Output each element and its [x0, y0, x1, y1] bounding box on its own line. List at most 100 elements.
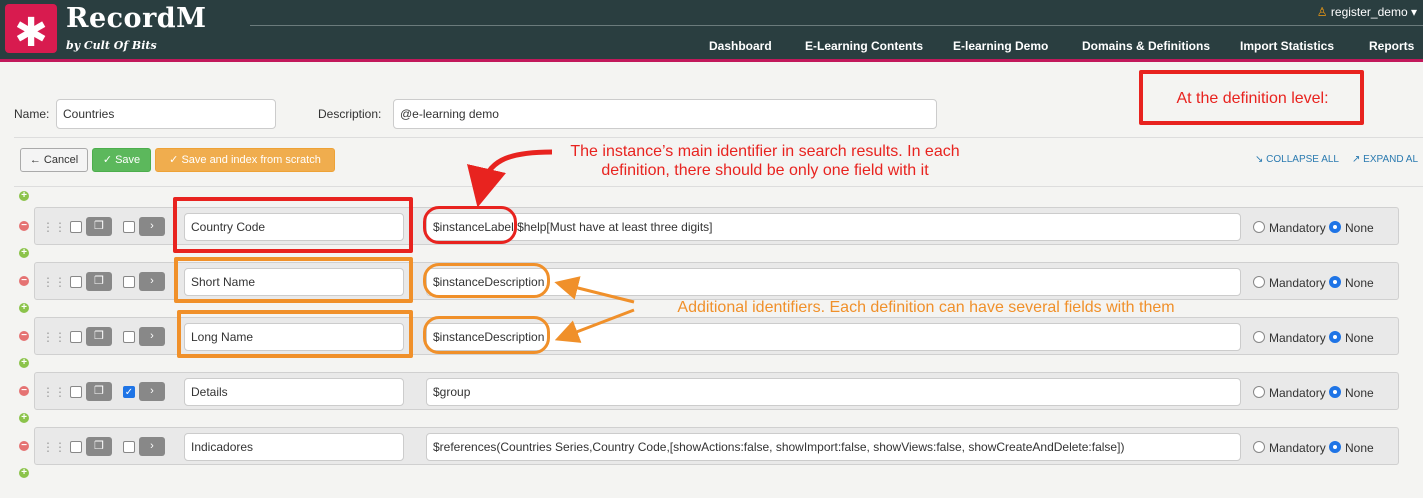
user-name: register_demo — [1330, 5, 1408, 19]
user-icon: ♙ — [1316, 5, 1328, 19]
duplicate-icon[interactable]: ❐ — [86, 437, 112, 456]
duplicate-icon[interactable]: ❐ — [86, 382, 112, 401]
arrow-left-icon: ← — [29, 154, 41, 166]
add-field-icon[interactable]: + — [19, 468, 29, 478]
drag-handle-icon[interactable]: ⋮⋮ — [42, 330, 66, 344]
select-checkbox[interactable] — [70, 441, 82, 453]
group-checkbox[interactable] — [123, 441, 135, 453]
collapse-all-label: COLLAPSE ALL — [1266, 154, 1339, 165]
country-code-highlight — [173, 197, 413, 253]
none-radio[interactable] — [1329, 331, 1341, 343]
name-input[interactable]: Countries — [56, 99, 276, 129]
group-checkbox[interactable] — [123, 276, 135, 288]
expand-all-link[interactable]: ↗ EXPAND AL — [1352, 154, 1418, 165]
select-checkbox[interactable] — [70, 331, 82, 343]
duplicate-icon[interactable]: ❐ — [86, 272, 112, 291]
add-field-icon[interactable]: + — [19, 303, 29, 313]
main-identifier-note: The instance’s main identifier in search… — [570, 143, 960, 179]
remove-field-icon[interactable]: − — [19, 386, 29, 396]
header-divider — [250, 25, 1423, 26]
duplicate-icon[interactable]: ❐ — [86, 217, 112, 236]
none-radio[interactable] — [1329, 441, 1341, 453]
nav-e-learning-contents[interactable]: E-Learning Contents — [805, 39, 923, 55]
none-radio[interactable] — [1329, 276, 1341, 288]
chevron-right-icon[interactable]: › — [139, 382, 165, 401]
field-row: ⋮⋮ ❐ › Indicadores $references(Countries… — [34, 427, 1399, 465]
add-field-icon[interactable]: + — [19, 413, 29, 423]
caret-down-icon: ▾ — [1410, 5, 1417, 19]
duplicate-icon[interactable]: ❐ — [86, 327, 112, 346]
save-and-index-button[interactable]: ✓ Save and index from scratch — [155, 148, 335, 172]
none-label: None — [1345, 221, 1374, 235]
mandatory-label: Mandatory — [1269, 386, 1326, 400]
recordm-logo-icon[interactable]: ✱ — [5, 4, 57, 56]
group-checkbox-checked[interactable]: ✓ — [123, 386, 135, 398]
mandatory-radio[interactable] — [1253, 441, 1265, 453]
field-description-input[interactable]: $group — [426, 378, 1241, 406]
name-label: Name: — [14, 107, 50, 121]
mandatory-radio[interactable] — [1253, 276, 1265, 288]
remove-field-icon[interactable]: − — [19, 221, 29, 231]
short-name-highlight — [174, 257, 413, 303]
mandatory-radio[interactable] — [1253, 386, 1265, 398]
instance-label-highlight — [423, 206, 517, 244]
mandatory-label: Mandatory — [1269, 221, 1326, 235]
chevron-right-icon[interactable]: › — [139, 217, 165, 236]
description-input[interactable]: @e-learning demo — [393, 99, 937, 129]
select-checkbox[interactable] — [70, 276, 82, 288]
none-label: None — [1345, 386, 1374, 400]
nav-import-statistics[interactable]: Import Statistics — [1240, 39, 1334, 55]
add-field-icon[interactable]: + — [19, 248, 29, 258]
collapse-all-link[interactable]: ↘ COLLAPSE ALL — [1255, 154, 1339, 165]
field-description-input[interactable]: $instanceLabel $help[Must have at least … — [426, 213, 1241, 241]
cancel-label: Cancel — [43, 154, 79, 166]
long-name-highlight — [177, 310, 413, 358]
nav-dashboard[interactable]: Dashboard — [709, 39, 772, 55]
select-checkbox[interactable] — [70, 221, 82, 233]
none-radio[interactable] — [1329, 221, 1341, 233]
instance-description-highlight — [423, 263, 550, 298]
drag-handle-icon[interactable]: ⋮⋮ — [42, 220, 66, 234]
nav-reports[interactable]: Reports — [1369, 39, 1414, 55]
collapse-icon: ↘ — [1255, 154, 1264, 165]
mandatory-radio[interactable] — [1253, 221, 1265, 233]
user-menu[interactable]: ♙ register_demo ▾ — [1317, 5, 1417, 19]
nav-e-learning-demo[interactable]: E-learning Demo — [953, 39, 1048, 55]
select-checkbox[interactable] — [70, 386, 82, 398]
cancel-button[interactable]: ← Cancel — [20, 148, 88, 172]
save-button[interactable]: ✓ Save — [92, 148, 151, 172]
mandatory-label: Mandatory — [1269, 441, 1326, 455]
save-and-index-label: Save and index from scratch — [181, 154, 321, 166]
chevron-right-icon[interactable]: › — [139, 272, 165, 291]
app-header: ✱ RecordM by Cult Of Bits ♙ register_dem… — [0, 0, 1423, 59]
field-name-input[interactable]: Indicadores — [184, 433, 404, 461]
group-checkbox[interactable] — [123, 331, 135, 343]
field-name-input[interactable]: Details — [184, 378, 404, 406]
additional-identifiers-note: Additional identifiers. Each definition … — [677, 299, 1175, 316]
save-label: Save — [115, 154, 141, 166]
description-label: Description: — [318, 107, 382, 121]
none-label: None — [1345, 276, 1374, 290]
remove-field-icon[interactable]: − — [19, 441, 29, 451]
nav-domains-definitions[interactable]: Domains & Definitions — [1082, 39, 1210, 55]
add-field-icon[interactable]: + — [19, 191, 29, 201]
chevron-right-icon[interactable]: › — [139, 327, 165, 346]
none-label: None — [1345, 331, 1374, 345]
mandatory-radio[interactable] — [1253, 331, 1265, 343]
none-radio[interactable] — [1329, 386, 1341, 398]
drag-handle-icon[interactable]: ⋮⋮ — [42, 440, 66, 454]
mandatory-label: Mandatory — [1269, 331, 1326, 345]
remove-field-icon[interactable]: − — [19, 276, 29, 286]
mandatory-label: Mandatory — [1269, 276, 1326, 290]
add-field-icon[interactable]: + — [19, 358, 29, 368]
none-label: None — [1345, 441, 1374, 455]
expand-all-label: EXPAND AL — [1363, 154, 1419, 165]
remove-field-icon[interactable]: − — [19, 331, 29, 341]
drag-handle-icon[interactable]: ⋮⋮ — [42, 385, 66, 399]
field-description-input[interactable]: $references(Countries Series,Country Cod… — [426, 433, 1241, 461]
drag-handle-icon[interactable]: ⋮⋮ — [42, 275, 66, 289]
header-accent-line — [0, 59, 1423, 62]
group-checkbox[interactable] — [123, 221, 135, 233]
chevron-right-icon[interactable]: › — [139, 437, 165, 456]
instance-description-highlight — [423, 316, 550, 354]
